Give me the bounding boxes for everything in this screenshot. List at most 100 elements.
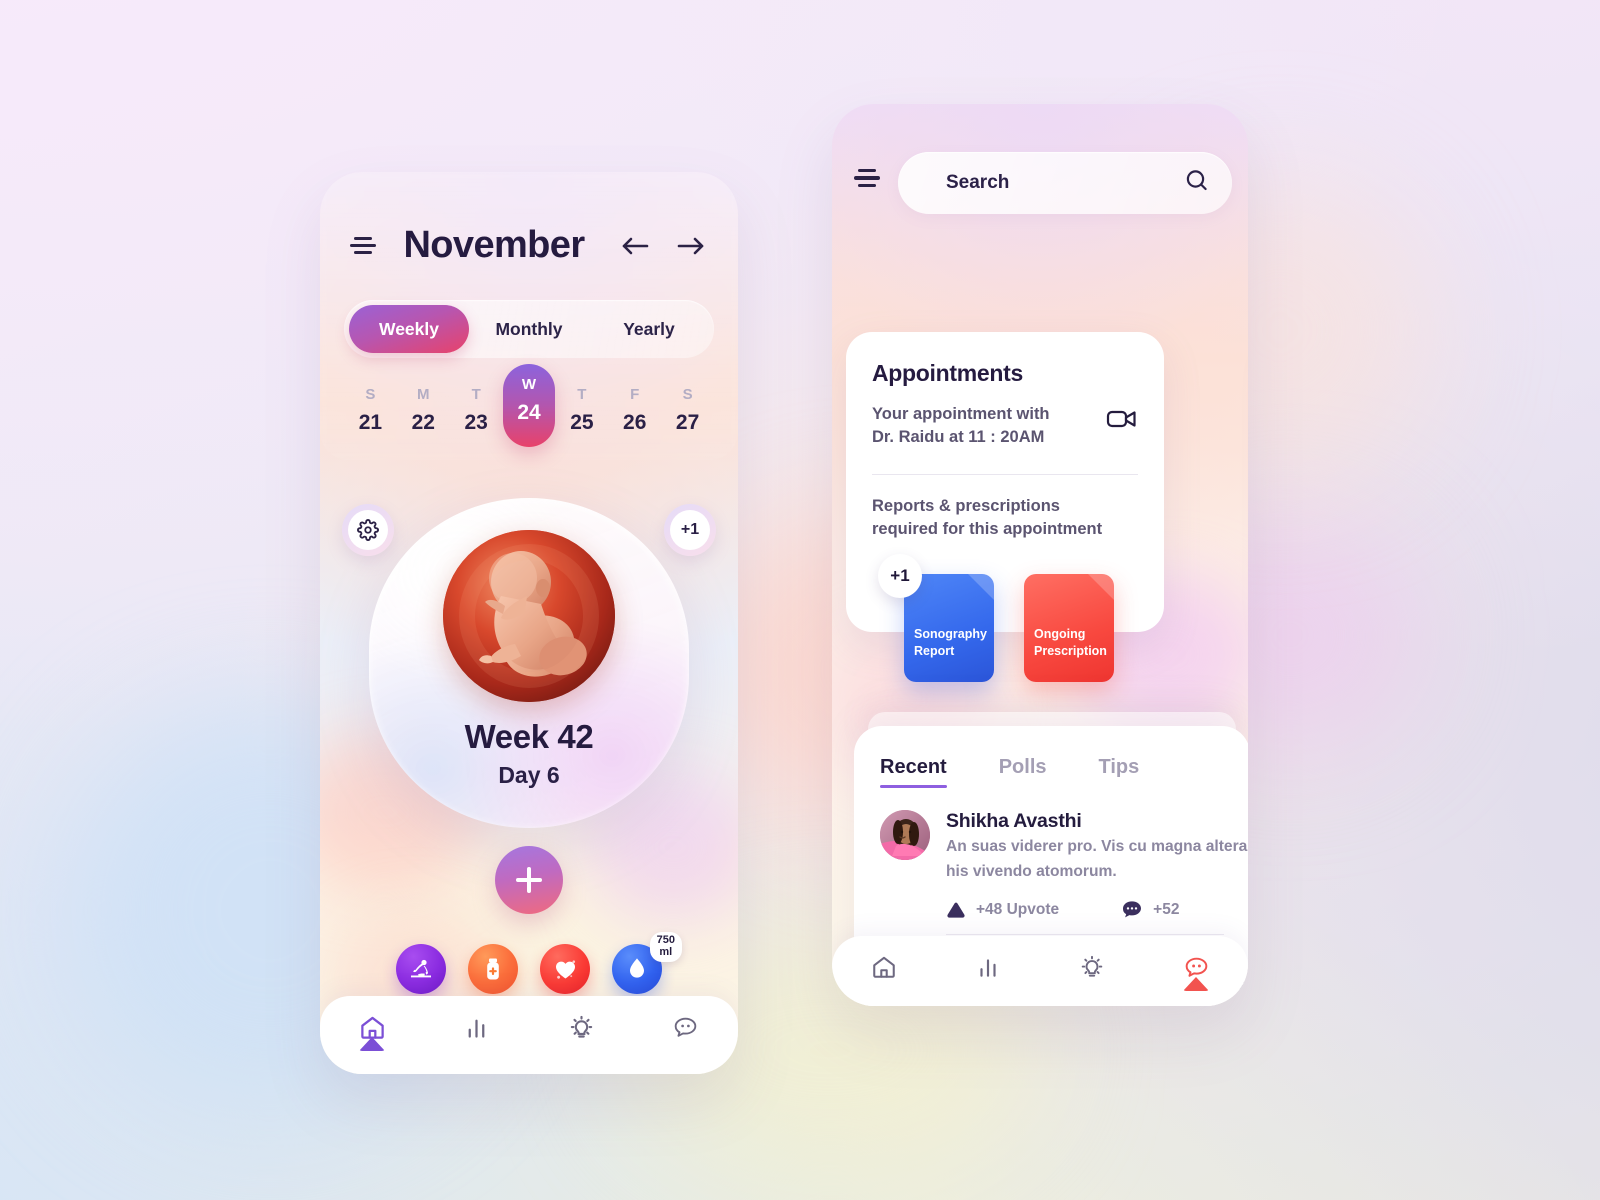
- nav-item-chat[interactable]: [634, 1014, 739, 1041]
- tab-tips[interactable]: Tips: [1099, 756, 1140, 788]
- appointment-note: Reports & prescriptions required for thi…: [872, 495, 1138, 542]
- water-amount-unit: ml: [659, 945, 673, 958]
- document-card-sonography[interactable]: Sonography Report +1: [878, 554, 994, 682]
- heart-icon[interactable]: [540, 944, 590, 994]
- nav-item-tips[interactable]: [529, 1014, 634, 1041]
- day-cell-26[interactable]: F 26: [608, 378, 661, 447]
- segment-yearly[interactable]: Yearly: [589, 305, 709, 353]
- day-number: 21: [358, 411, 383, 434]
- day-of-week: T: [471, 386, 481, 403]
- search-icon[interactable]: [1184, 168, 1210, 199]
- upvote-icon: [947, 903, 965, 919]
- comment-icon: [1123, 901, 1142, 918]
- day-of-week: T: [577, 386, 587, 403]
- gear-icon: [348, 510, 388, 550]
- quick-actions-row: 750 ml: [320, 932, 738, 994]
- nav-item-home[interactable]: [320, 1014, 425, 1051]
- comment-action[interactable]: +52: [1121, 900, 1179, 920]
- document-extra-badge[interactable]: +1: [878, 554, 922, 598]
- divider: [946, 933, 1224, 935]
- appointment-detail-text: Your appointment with Dr. Raidu at 11 : …: [872, 403, 1050, 450]
- phone-screen-calendar: November Weekly Monthly Yearly S 21 M 22…: [320, 172, 738, 1074]
- day-of-week: M: [417, 386, 430, 403]
- nav-item-stats[interactable]: [425, 1014, 530, 1041]
- documents-row: Sonography Report +1 Ongoing Prescriptio…: [878, 554, 1114, 682]
- day-label: Day 6: [498, 762, 560, 788]
- feed-tabs: Recent Polls Tips: [880, 756, 1224, 789]
- medicine-icon[interactable]: [468, 944, 518, 994]
- day-number: 25: [570, 411, 594, 434]
- upvote-count: +48 Upvote: [976, 900, 1060, 918]
- water-amount-value: 750: [656, 934, 675, 946]
- day-of-week: S: [682, 386, 693, 403]
- day-of-week: S: [365, 386, 376, 403]
- day-number: 24: [517, 401, 541, 424]
- month-header: November: [320, 224, 738, 267]
- fetus-illustration: [443, 530, 615, 702]
- page-fold-icon: [968, 574, 994, 600]
- day-number: 23: [464, 411, 488, 434]
- appointment-line-2: Dr. Raidu at 11 : 20AM: [872, 428, 1045, 447]
- view-mode-segmented-control: Weekly Monthly Yearly: [344, 300, 714, 358]
- phone-screen-appointments: Search Appointments Your appointment wit…: [832, 104, 1248, 1006]
- page-fold-icon: [1088, 574, 1114, 600]
- day-cell-21[interactable]: S 21: [344, 378, 397, 447]
- segment-weekly[interactable]: Weekly: [349, 305, 469, 353]
- water-amount-badge: 750 ml: [649, 932, 682, 962]
- day-cell-27[interactable]: S 27: [661, 378, 714, 447]
- nav-item-tips[interactable]: [1040, 954, 1144, 980]
- nav-item-stats[interactable]: [936, 954, 1040, 980]
- day-number: 26: [623, 411, 647, 434]
- feed-post-text-line-1: An suas viderer pro. Vis cu magna altera…: [946, 838, 1248, 855]
- water-drop-icon[interactable]: 750 ml: [612, 932, 682, 994]
- appointment-detail-row: Your appointment with Dr. Raidu at 11 : …: [872, 403, 1138, 450]
- appointments-title: Appointments: [872, 360, 1023, 386]
- appointment-note-line-1: Reports & prescriptions: [872, 496, 1060, 515]
- extra-count-button[interactable]: +1: [664, 504, 716, 556]
- add-button[interactable]: [495, 846, 563, 914]
- appointment-line-1: Your appointment with: [872, 405, 1050, 423]
- document-label: Sonography Report: [914, 627, 987, 658]
- bulb-icon: [570, 1015, 592, 1038]
- week-label: Week 42: [464, 718, 594, 755]
- feed-post-author: Shikha Avasthi: [946, 810, 1082, 832]
- nav-item-home[interactable]: [832, 954, 936, 980]
- tab-recent[interactable]: Recent: [880, 756, 947, 789]
- document-label: Ongoing Prescription: [1034, 627, 1107, 658]
- page-background: [0, 0, 1600, 1200]
- document-card-prescription[interactable]: Ongoing Prescription: [1024, 574, 1114, 682]
- search-input[interactable]: Search: [898, 152, 1232, 214]
- avatar: [880, 810, 930, 860]
- segment-monthly[interactable]: Monthly: [469, 305, 589, 353]
- comment-count: +52: [1153, 900, 1180, 918]
- nav-item-chat[interactable]: [1144, 954, 1248, 991]
- day-cell-23[interactable]: T 23: [450, 378, 503, 447]
- nav-active-indicator: [359, 1037, 386, 1051]
- home-icon: [873, 956, 895, 978]
- page-title: November: [403, 224, 585, 266]
- day-cell-22[interactable]: M 22: [397, 378, 450, 447]
- feed-post-meta: +48 Upvote +52: [946, 900, 1224, 920]
- tab-polls[interactable]: Polls: [999, 756, 1047, 788]
- hamburger-icon[interactable]: [350, 236, 376, 256]
- day-number: 22: [411, 411, 435, 434]
- day-of-week: F: [630, 386, 640, 403]
- feed-post[interactable]: Shikha Avasthi An suas viderer pro. Vis …: [880, 788, 1248, 935]
- hamburger-icon[interactable]: [854, 168, 880, 188]
- arrow-right-icon[interactable]: [674, 229, 708, 263]
- chat-icon: [674, 1017, 697, 1037]
- feed-post-text-line-2: his vivendo atomorum.: [946, 863, 1117, 881]
- yoga-icon[interactable]: [396, 944, 446, 994]
- feed-post-body: Shikha Avasthi An suas viderer pro. Vis …: [946, 810, 1248, 935]
- day-cell-25[interactable]: T 25: [555, 378, 608, 447]
- bottom-navigation-bar: [832, 936, 1248, 1006]
- bar-chart-icon: [468, 1019, 485, 1038]
- upvote-action[interactable]: +48 Upvote: [946, 901, 1059, 919]
- day-cell-24-selected[interactable]: W 24: [502, 364, 556, 447]
- video-camera-icon[interactable]: [1106, 407, 1138, 436]
- arrow-left-icon[interactable]: [618, 229, 652, 263]
- appointment-note-line-2: required for this appointment: [872, 520, 1103, 539]
- day-number: 27: [675, 411, 700, 434]
- extra-count-label: +1: [670, 510, 710, 550]
- settings-button[interactable]: [342, 504, 394, 556]
